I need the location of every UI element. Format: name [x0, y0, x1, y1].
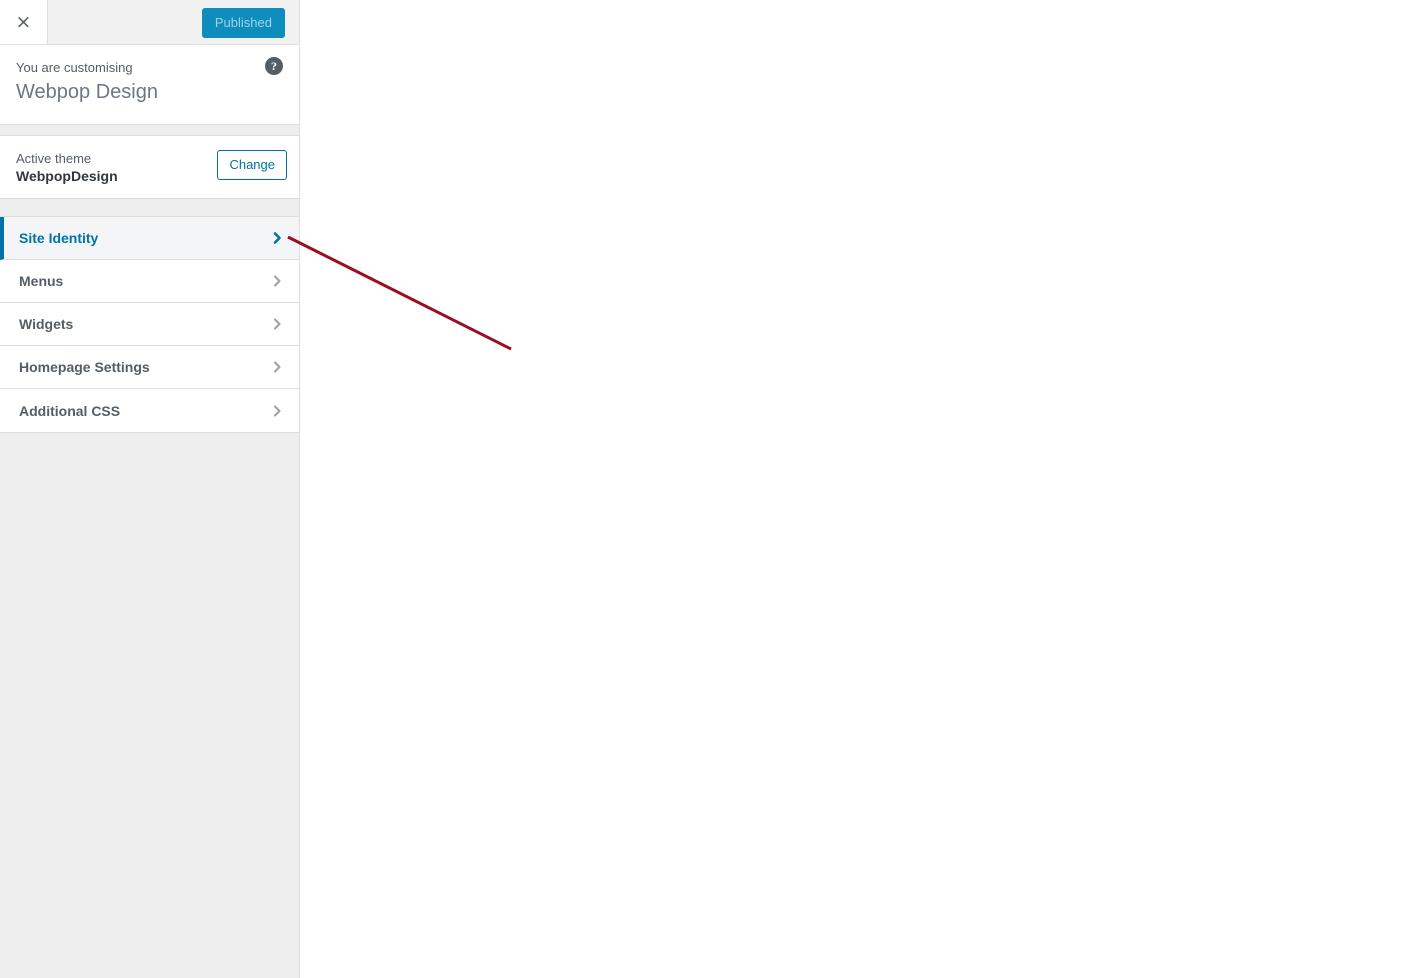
active-theme-section: Active theme WebpopDesign Change	[0, 135, 299, 199]
chevron-right-icon	[269, 359, 285, 375]
close-icon: ×	[15, 10, 32, 33]
sidebar-item-label: Widgets	[19, 316, 74, 332]
sidebar-item-site-identity[interactable]: Site Identity	[0, 217, 299, 260]
chevron-right-icon	[269, 316, 285, 332]
customizer-sidebar: × Published You are customising Webpop D…	[0, 0, 300, 978]
panel-separator-middle	[0, 199, 299, 216]
help-icon: ?	[265, 57, 283, 75]
sidebar-item-label: Homepage Settings	[19, 359, 150, 375]
customizer-header-bar: × Published	[0, 0, 299, 45]
help-toggle-button[interactable]: ?	[265, 56, 285, 76]
site-title: Webpop Design	[16, 81, 158, 103]
chevron-right-icon	[269, 273, 285, 289]
sidebar-item-label: Site Identity	[19, 230, 99, 246]
chevron-right-icon	[269, 403, 285, 419]
sidebar-item-widgets[interactable]: Widgets	[0, 303, 299, 346]
customize-info-panel: You are customising Webpop Design ?	[0, 45, 299, 125]
change-theme-button[interactable]: Change	[217, 150, 287, 180]
preview-notice: You are customising	[16, 60, 133, 75]
publish-button[interactable]: Published	[201, 8, 285, 38]
sidebar-item-menus[interactable]: Menus	[0, 260, 299, 303]
close-customizer-button[interactable]: ×	[0, 0, 48, 44]
chevron-right-icon	[269, 230, 285, 246]
site-preview-pane	[300, 0, 1424, 978]
sidebar-item-label: Additional CSS	[19, 402, 121, 419]
sidebar-item-additional-css[interactable]: Additional CSS	[0, 389, 299, 432]
sidebar-item-homepage-settings[interactable]: Homepage Settings	[0, 346, 299, 389]
sidebar-item-label: Menus	[19, 273, 64, 289]
panel-separator-top	[0, 125, 299, 135]
customizer-panel-list: Site Identity Menus Widgets Homepage Set…	[0, 216, 299, 433]
